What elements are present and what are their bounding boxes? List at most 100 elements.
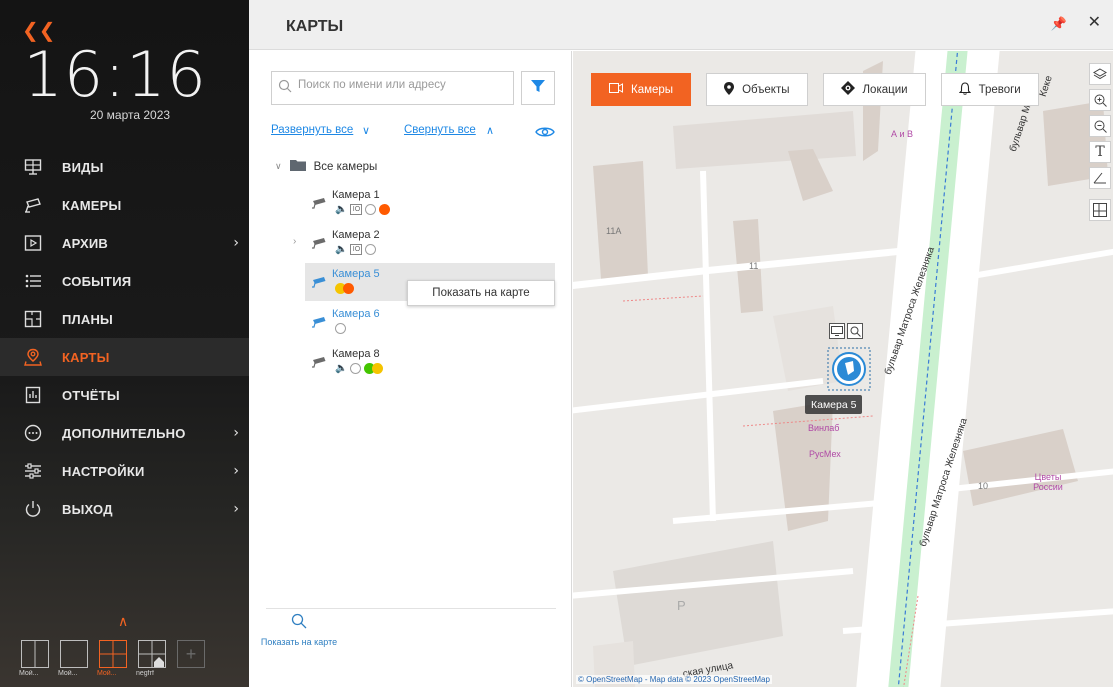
- camera-name: Камера 6: [332, 308, 380, 320]
- chevron-right-icon: ›: [233, 425, 239, 441]
- camera-status: 🔈 IO: [335, 244, 377, 255]
- tab-objects[interactable]: Объекты: [706, 73, 808, 106]
- nav-label: КАМЕРЫ: [62, 197, 122, 213]
- text-tool-icon[interactable]: T: [1089, 141, 1111, 163]
- poi-label: Цветы России: [1033, 472, 1063, 492]
- poi-label: РусМех: [809, 449, 841, 459]
- map-attribution[interactable]: © OpenStreetMap - Map data © 2023 OpenSt…: [576, 675, 772, 684]
- ptz-icon: [365, 244, 377, 255]
- sidebar: ❮❮ 16:16 20 марта 2023 ВИДЫ КАМЕРЫ АРХИВ…: [0, 0, 249, 687]
- zoom-out-icon[interactable]: [1089, 115, 1111, 137]
- tab-cameras[interactable]: Камеры: [591, 73, 692, 106]
- layout-bar: Мой... Мой... Мой... negfrf +: [0, 638, 249, 687]
- grid-layout-icon[interactable]: [1089, 199, 1111, 221]
- zoom-search-icon[interactable]: [847, 323, 863, 339]
- layout-tile[interactable]: Мой...: [19, 638, 52, 678]
- speaker-icon: 🔈: [335, 244, 348, 255]
- angle-tool-icon[interactable]: [1089, 167, 1111, 189]
- nav-label: НАСТРОЙКИ: [62, 463, 145, 479]
- tree-camera-item[interactable]: Камера 1 🔈 IO: [305, 184, 555, 222]
- filter-icon: [530, 78, 546, 99]
- search-box: [271, 71, 514, 105]
- ptz-icon: [365, 204, 377, 215]
- floor-plan-icon: [24, 310, 42, 328]
- sliders-icon: [24, 462, 42, 480]
- camera-icon: [312, 236, 328, 254]
- io-icon: IO: [350, 244, 363, 255]
- nav-label: КАРТЫ: [62, 349, 110, 365]
- search-input[interactable]: [298, 79, 508, 91]
- nav-item-views[interactable]: ВИДЫ: [0, 148, 249, 186]
- search-icon: [278, 79, 292, 98]
- events-list-icon: [24, 272, 42, 290]
- parking-label: P: [677, 598, 686, 613]
- tree-root-all-cameras[interactable]: ∨ Все камеры: [275, 159, 377, 174]
- filter-button[interactable]: [521, 71, 555, 105]
- layers-icon[interactable]: [1089, 63, 1111, 85]
- nav-label: АРХИВ: [62, 235, 108, 251]
- camera-icon: [24, 196, 42, 214]
- divider: [266, 608, 556, 609]
- nav-label: ДОПОЛНИТЕЛЬНО: [62, 425, 186, 441]
- map-view[interactable]: Камера 5 11А 11 10 бульвар Матроса Желез…: [573, 51, 1113, 687]
- power-icon: [24, 500, 42, 518]
- nav-label: ПЛАНЫ: [62, 311, 113, 327]
- camera-status: [335, 283, 354, 294]
- tree-camera-item[interactable]: Камера 8 🔈: [305, 343, 555, 381]
- chevron-right-icon: ›: [293, 236, 297, 247]
- nav-item-exit[interactable]: ВЫХОД ›: [0, 490, 249, 528]
- camera-name: Камера 8: [332, 348, 380, 360]
- close-icon[interactable]: ✕: [1088, 12, 1101, 32]
- nav-item-cameras[interactable]: КАМЕРЫ: [0, 186, 249, 224]
- layout-tile[interactable]: Мой...: [58, 638, 91, 678]
- zoom-in-icon[interactable]: [1089, 89, 1111, 111]
- nav-label: ВЫХОД: [62, 501, 113, 517]
- nav-item-more[interactable]: ДОПОЛНИТЕЛЬНО ›: [0, 414, 249, 452]
- speaker-icon: 🔈: [335, 204, 348, 215]
- nav-item-archive[interactable]: АРХИВ ›: [0, 224, 249, 262]
- tree-root-label: Все камеры: [313, 160, 378, 173]
- chevron-right-icon: ›: [233, 235, 239, 251]
- camera-status: [335, 323, 346, 334]
- nav-item-plans[interactable]: ПЛАНЫ: [0, 300, 249, 338]
- status-yellow-icon: [372, 363, 384, 374]
- nav-item-events[interactable]: СОБЫТИЯ: [0, 262, 249, 300]
- chevron-down-icon: ∨: [275, 161, 282, 171]
- camera-icon: [312, 275, 328, 293]
- show-on-map-button[interactable]: Показать на карте: [259, 613, 339, 647]
- more-icon: [24, 424, 42, 442]
- nav-label: СОБЫТИЯ: [62, 273, 132, 289]
- map-toolbar: T: [1089, 63, 1111, 225]
- nav-item-reports[interactable]: ОТЧЁТЫ: [0, 376, 249, 414]
- add-layout-button[interactable]: +: [175, 638, 208, 678]
- monitor-icon[interactable]: [829, 323, 845, 339]
- chevron-up-icon[interactable]: ∧: [118, 614, 128, 630]
- collapse-all-link[interactable]: Свернуть все: [404, 124, 476, 136]
- layout-tile[interactable]: negfrf: [136, 638, 169, 678]
- main-nav: ВИДЫ КАМЕРЫ АРХИВ › СОБЫТИЯ ПЛАНЫ КАРТЫ …: [0, 148, 249, 528]
- tree-camera-item[interactable]: › Камера 2 🔈 IO: [293, 224, 555, 262]
- eye-icon[interactable]: [535, 125, 555, 144]
- chevron-right-icon: ›: [233, 501, 239, 517]
- camera-status: 🔈 IO: [335, 204, 391, 215]
- camera-icon: [312, 315, 328, 333]
- camera-status: 🔈: [335, 363, 384, 374]
- tab-alarms[interactable]: Тревоги: [940, 73, 1039, 106]
- nav-item-maps[interactable]: КАРТЫ: [0, 338, 249, 376]
- building-number: 11: [749, 261, 759, 271]
- camera-icon: [312, 196, 328, 214]
- pin-icon[interactable]: 📌: [1051, 16, 1067, 32]
- report-icon: [24, 386, 42, 404]
- target-icon: [840, 81, 855, 98]
- io-icon: IO: [350, 204, 363, 215]
- tree-camera-item[interactable]: Камера 6: [305, 303, 555, 341]
- nav-label: ВИДЫ: [62, 159, 104, 175]
- expand-all-link[interactable]: Развернуть все: [271, 124, 353, 136]
- bell-icon: [958, 81, 971, 98]
- poi-label: Винлаб: [808, 423, 840, 433]
- building-number: 10: [978, 481, 989, 491]
- layout-tile-active[interactable]: Мой...: [97, 638, 130, 678]
- nav-item-settings[interactable]: НАСТРОЙКИ ›: [0, 452, 249, 490]
- tab-locations[interactable]: Локации: [822, 73, 926, 106]
- chevron-right-icon: ›: [233, 463, 239, 479]
